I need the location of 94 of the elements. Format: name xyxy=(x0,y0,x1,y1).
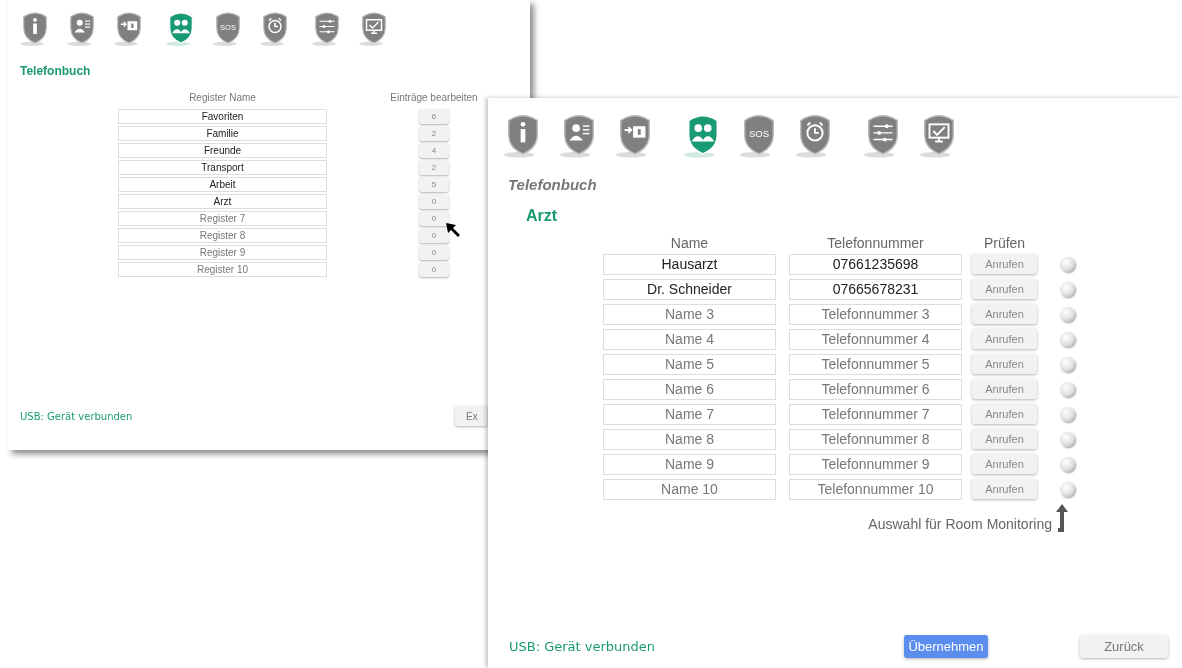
radio-button[interactable] xyxy=(1060,256,1075,272)
nav-tab[interactable] xyxy=(67,10,97,48)
call-button[interactable]: Anrufen xyxy=(972,279,1037,299)
phone-field[interactable]: Telefonnummer 3 xyxy=(789,303,962,325)
monitor-check-icon xyxy=(359,10,389,48)
name-field[interactable]: Name 3 xyxy=(603,303,776,325)
name-field[interactable]: Name 8 xyxy=(603,428,776,450)
register-name-field[interactable]: Transport xyxy=(118,159,327,175)
cursor-icon xyxy=(445,222,461,238)
column-header: Telefonnummer xyxy=(826,234,925,251)
radio-button[interactable] xyxy=(1060,331,1075,347)
radio-button[interactable] xyxy=(1060,306,1075,322)
register-name-field[interactable]: Familie xyxy=(118,125,327,141)
radio-button[interactable] xyxy=(1060,406,1075,422)
back-button[interactable]: Zurück xyxy=(1080,635,1168,658)
register-name-field[interactable]: Register 10 xyxy=(118,261,327,277)
radio-button[interactable] xyxy=(1060,281,1075,297)
name-field[interactable]: Name 6 xyxy=(603,378,776,400)
radio-button[interactable] xyxy=(1060,381,1075,397)
name-field[interactable]: Name 9 xyxy=(603,453,776,475)
entries-button[interactable]: 4 xyxy=(419,142,449,158)
nav-tab[interactable]: SOS xyxy=(740,112,778,160)
alarm-clock-icon xyxy=(260,10,290,48)
name-field[interactable]: Name 5 xyxy=(603,353,776,375)
apply-button[interactable]: Übernehmen xyxy=(904,635,988,658)
phone-field[interactable]: Telefonnummer 9 xyxy=(789,453,962,475)
column-header: Name xyxy=(669,234,710,251)
phone-field[interactable]: Telefonnummer 4 xyxy=(789,328,962,350)
entries-button[interactable]: 0 xyxy=(419,193,449,209)
entries-button[interactable]: 0 xyxy=(419,227,449,243)
name-field[interactable]: Name 10 xyxy=(603,478,776,500)
column-header: Register Name xyxy=(188,91,257,103)
register-name-field[interactable]: Register 7 xyxy=(118,210,327,226)
register-name-field[interactable]: Register 9 xyxy=(118,244,327,260)
arrow-up-icon xyxy=(1056,503,1068,532)
register-name-field[interactable]: Arbeit xyxy=(118,176,327,192)
sliders-icon xyxy=(312,10,342,48)
entries-button[interactable]: 2 xyxy=(419,125,449,141)
phone-field[interactable]: Telefonnummer 8 xyxy=(789,428,962,450)
sos-text: SOS xyxy=(748,127,770,139)
register-name-field[interactable]: Freunde xyxy=(118,142,327,158)
radio-button[interactable] xyxy=(1060,481,1075,497)
phone-field[interactable]: Telefonnummer 10 xyxy=(789,478,962,500)
radio-button[interactable] xyxy=(1060,431,1075,447)
call-button[interactable]: Anrufen xyxy=(972,304,1037,324)
phone-field[interactable]: Telefonnummer 6 xyxy=(789,378,962,400)
nav-tab[interactable] xyxy=(166,10,196,48)
nav-tab[interactable] xyxy=(359,10,389,48)
column-header: Einträge bearbeiten xyxy=(389,91,479,103)
section-title: Telefonbuch xyxy=(20,63,92,78)
call-button[interactable]: Anrufen xyxy=(972,404,1037,424)
call-button[interactable]: Anrufen xyxy=(972,454,1037,474)
entries-button[interactable]: 0 xyxy=(419,210,449,226)
name-field[interactable]: Name 7 xyxy=(603,403,776,425)
entries-button[interactable]: 0 xyxy=(419,244,449,260)
register-name-field[interactable]: Arzt xyxy=(118,193,327,209)
radio-button[interactable] xyxy=(1060,356,1075,372)
phone-field[interactable]: Telefonnummer 5 xyxy=(789,353,962,375)
name-field[interactable]: Name 4 xyxy=(603,328,776,350)
usb-status: USB: Gerät verbunden xyxy=(20,410,134,422)
usb-status: USB: Gerät verbunden xyxy=(509,639,657,654)
register-name-field[interactable]: Favoriten xyxy=(118,108,327,124)
call-button[interactable]: Anrufen xyxy=(972,354,1037,374)
register-name-field[interactable]: Register 8 xyxy=(118,227,327,243)
nav-tab[interactable]: SOS xyxy=(213,10,243,48)
phone-field[interactable]: Telefonnummer 7 xyxy=(789,403,962,425)
call-button[interactable]: Anrufen xyxy=(972,329,1037,349)
nav-tab[interactable] xyxy=(20,10,50,48)
column-header: Prüfen xyxy=(982,234,1027,251)
entries-button[interactable]: 2 xyxy=(419,159,449,175)
name-field[interactable]: Hausarzt xyxy=(603,253,776,275)
call-button[interactable]: Anrufen xyxy=(972,379,1037,399)
hint-text: Auswahl für Room Monitoring xyxy=(868,515,1052,532)
info-icon xyxy=(20,10,50,48)
entries-button[interactable]: 6 xyxy=(419,108,449,124)
nav-tab[interactable] xyxy=(312,10,342,48)
nav-tab[interactable] xyxy=(114,10,144,48)
people-icon xyxy=(166,10,196,48)
phone-field[interactable]: 07661235698 xyxy=(789,253,962,275)
register-title: Arzt xyxy=(526,206,559,225)
call-button[interactable]: Anrufen xyxy=(972,429,1037,449)
transfer-icon xyxy=(114,10,144,48)
call-button[interactable]: Anrufen xyxy=(972,479,1037,499)
phone-field[interactable]: 07665678231 xyxy=(789,278,962,300)
call-button[interactable]: Anrufen xyxy=(972,254,1037,274)
page-title: Telefonbuch xyxy=(508,175,598,193)
sos-text: SOS xyxy=(220,22,236,32)
name-field[interactable]: Dr. Schneider xyxy=(603,278,776,300)
exit-button[interactable]: Ex xyxy=(455,406,487,426)
contact-card-icon xyxy=(67,10,97,48)
entries-button[interactable]: 5 xyxy=(419,176,449,192)
radio-button[interactable] xyxy=(1060,456,1075,472)
nav-tab[interactable] xyxy=(260,10,290,48)
entries-button[interactable]: 0 xyxy=(419,261,449,277)
